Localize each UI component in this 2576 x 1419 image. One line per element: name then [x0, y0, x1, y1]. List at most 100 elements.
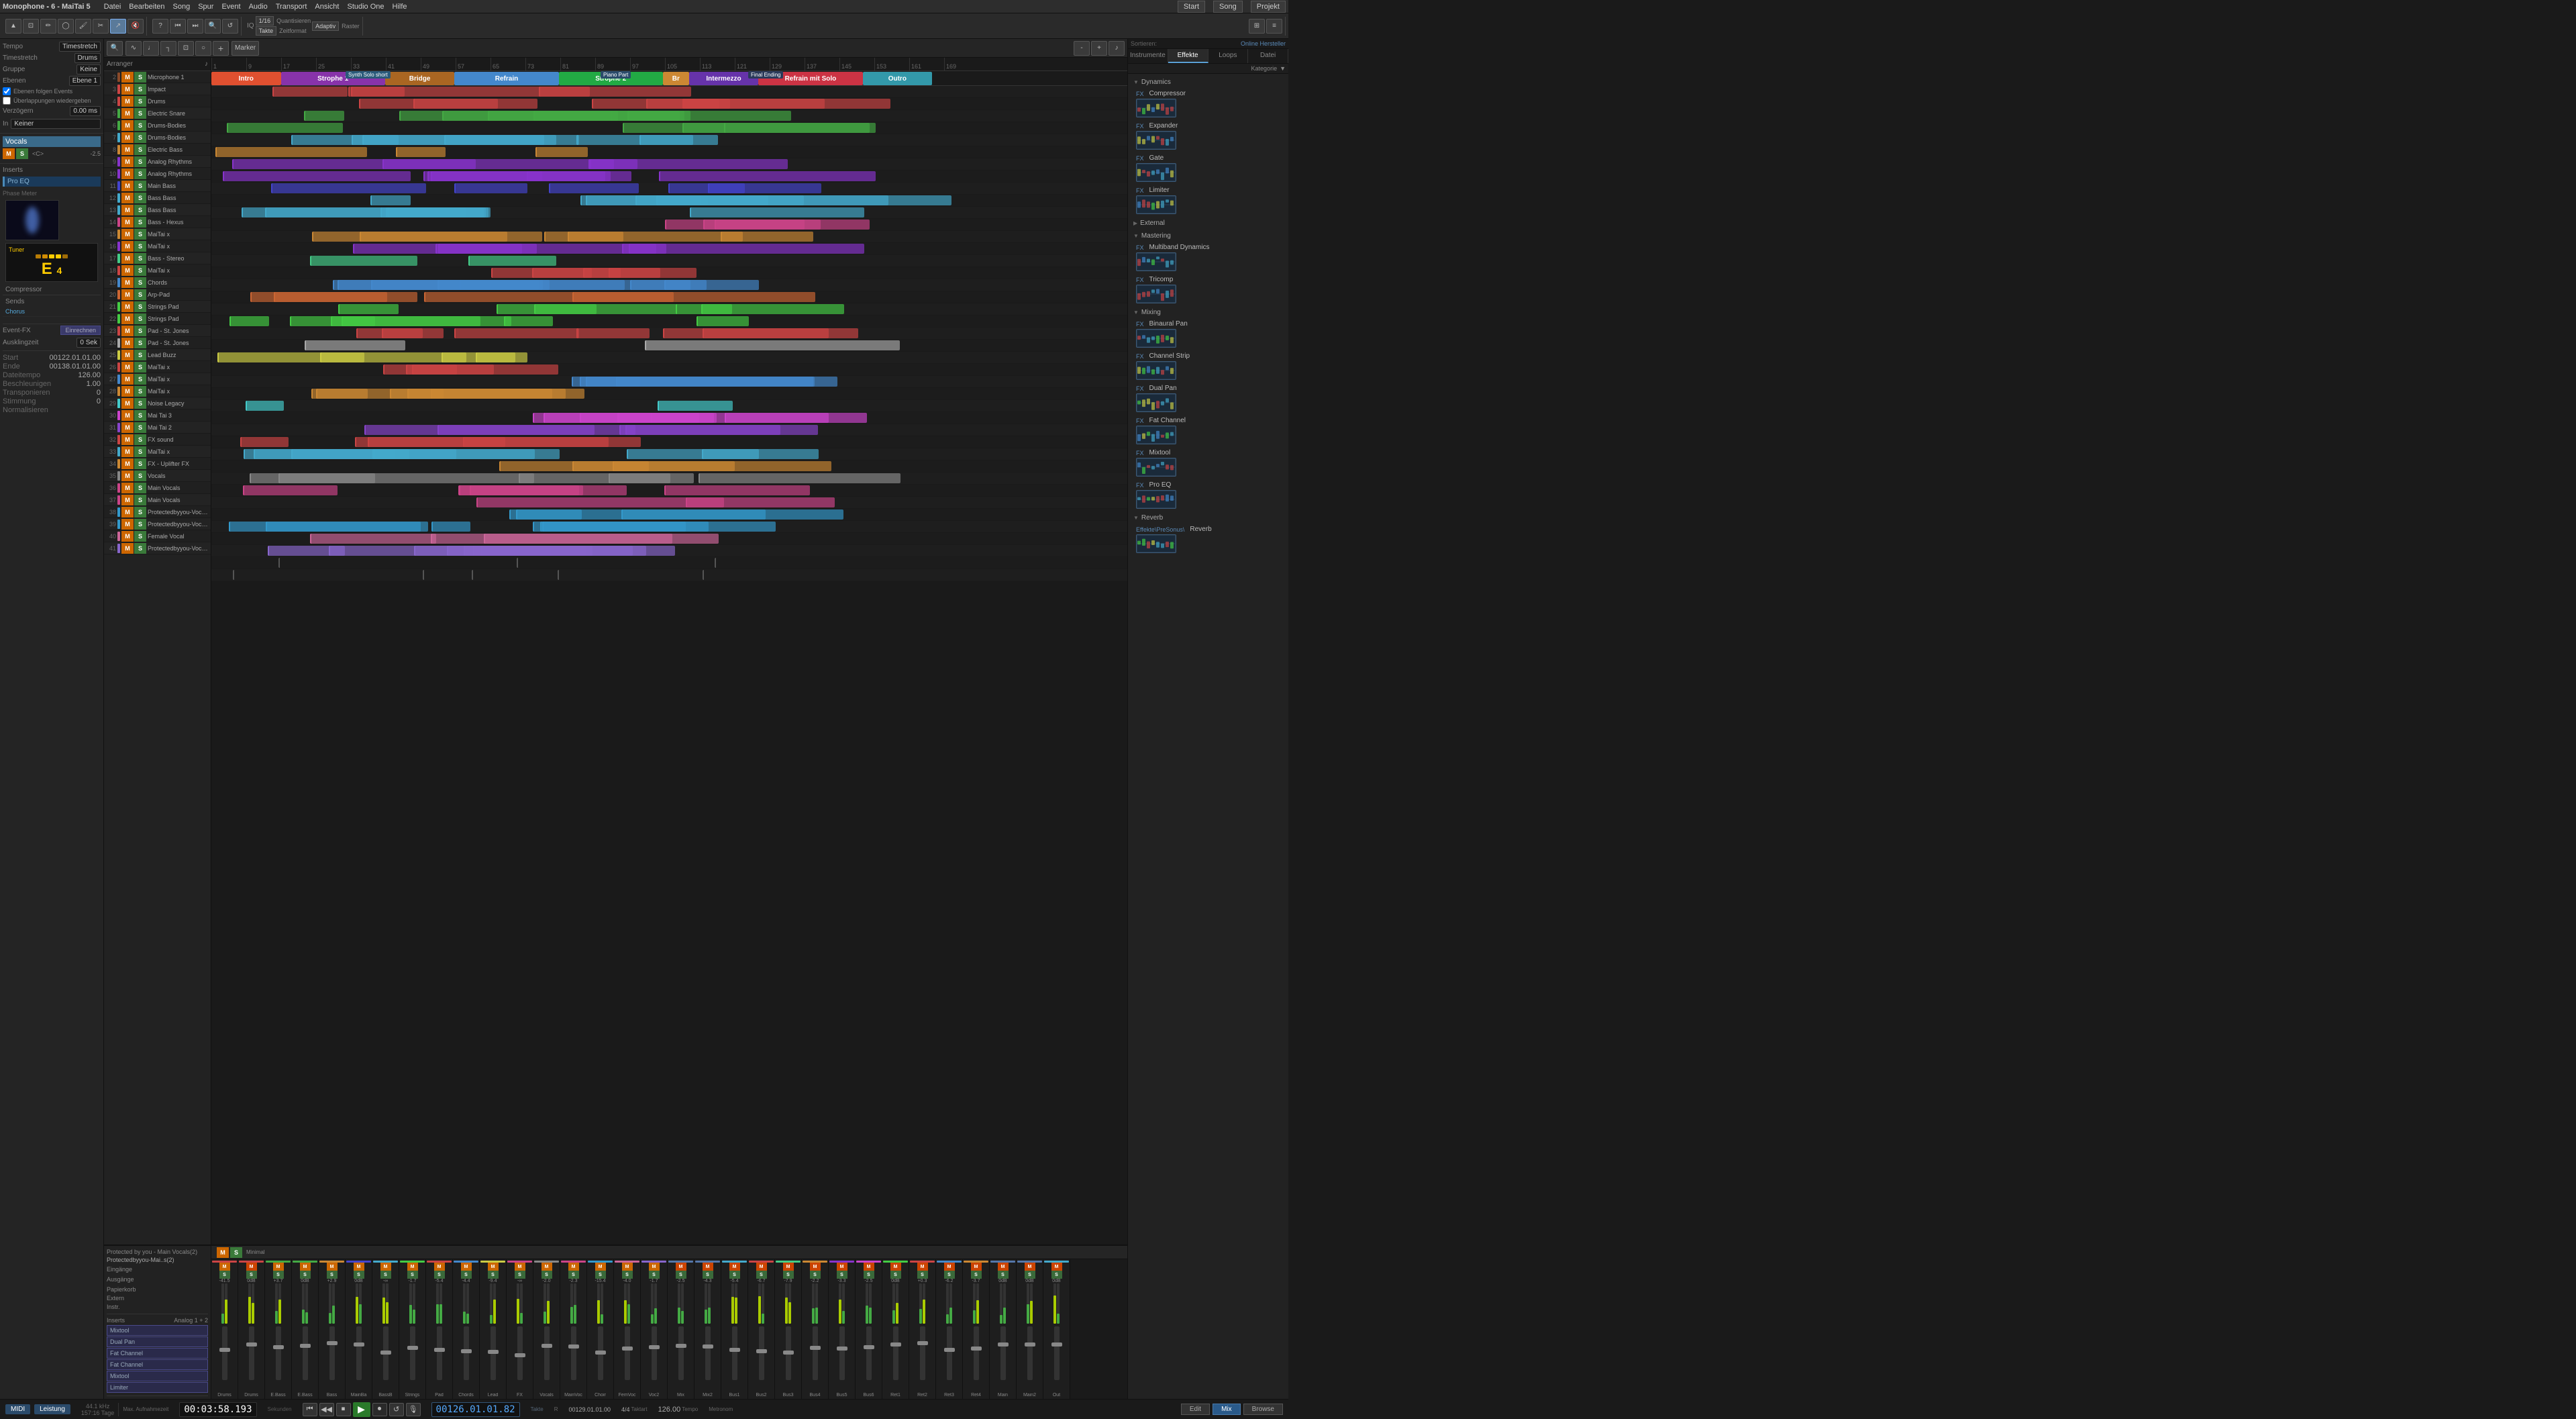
clip[interactable]	[454, 328, 578, 338]
clip[interactable]	[627, 449, 819, 459]
track-solo-btn[interactable]: S	[134, 446, 146, 457]
clip[interactable]	[454, 183, 527, 193]
zoom-btn[interactable]: 🔍	[205, 19, 221, 34]
channel-mute-btn[interactable]: M	[998, 1263, 1009, 1271]
clip[interactable]	[437, 280, 543, 290]
fader-thumb[interactable]	[756, 1349, 767, 1353]
section-refrain[interactable]: Refrain	[454, 72, 558, 85]
clip[interactable]	[699, 473, 900, 483]
fader-track[interactable]	[947, 1326, 952, 1380]
clip[interactable]	[396, 147, 446, 157]
menu-event[interactable]: Event	[221, 3, 240, 11]
channel-mute-btn[interactable]: M	[622, 1263, 633, 1271]
ebenen-value[interactable]: Ebene 1	[69, 76, 101, 86]
clip[interactable]	[481, 546, 633, 556]
track-solo-btn[interactable]: S	[134, 507, 146, 518]
clip[interactable]	[664, 280, 758, 290]
timestretch-value[interactable]: Drums	[74, 53, 101, 63]
fader-thumb[interactable]	[703, 1344, 713, 1349]
track-mute-btn[interactable]: M	[121, 144, 134, 155]
clip[interactable]	[697, 316, 749, 326]
menu-spur[interactable]: Spur	[198, 3, 213, 11]
play-btn[interactable]: ▶	[353, 1402, 370, 1417]
fader-thumb[interactable]	[729, 1348, 740, 1352]
track-mute-btn[interactable]: M	[121, 362, 134, 373]
track-solo-btn[interactable]: S	[134, 301, 146, 312]
track-mute-btn[interactable]: M	[121, 265, 134, 276]
fx-category-header[interactable]: ▼ Mastering	[1131, 230, 1286, 242]
track-mute-btn[interactable]: M	[121, 132, 134, 143]
mixer-main-mute[interactable]: M	[217, 1247, 229, 1258]
clip[interactable]	[645, 340, 900, 350]
track-solo-btn[interactable]: S	[134, 181, 146, 191]
channel-mute-btn[interactable]: M	[676, 1263, 686, 1271]
in-value[interactable]: Keiner	[11, 119, 101, 129]
fader-thumb[interactable]	[971, 1347, 982, 1351]
channel-mute-btn[interactable]: M	[783, 1263, 794, 1271]
channel-solo-btn[interactable]: S	[515, 1271, 525, 1279]
menu-studio-one[interactable]: Studio One	[347, 3, 384, 11]
clip[interactable]	[229, 316, 270, 326]
snap-btn[interactable]: ⏮	[170, 19, 186, 34]
track-mute-btn[interactable]: M	[121, 96, 134, 107]
tool-mute[interactable]: 🔇	[127, 19, 144, 34]
channel-solo-btn[interactable]: S	[1025, 1271, 1035, 1279]
track-row[interactable]: 33 M S MaiTai x	[104, 446, 211, 458]
rewind-btn[interactable]: ⏮	[303, 1403, 317, 1416]
fx-item-fat-channel[interactable]: FX Fat Channel	[1131, 415, 1286, 446]
track-mute-btn[interactable]: M	[121, 386, 134, 397]
mixtool-insert[interactable]: Mixtool	[107, 1325, 208, 1336]
track-mute-btn[interactable]: M	[121, 313, 134, 324]
track-solo-btn[interactable]: S	[134, 350, 146, 360]
tool-pencil[interactable]: ✏	[40, 19, 56, 34]
channel-mute-btn[interactable]: M	[434, 1263, 445, 1271]
clip[interactable]	[715, 558, 759, 568]
fader-track[interactable]	[1027, 1326, 1033, 1380]
track-solo-btn[interactable]: S	[134, 265, 146, 276]
track-row[interactable]: 21 M S Strings Pad	[104, 301, 211, 313]
track-mute-btn[interactable]: M	[121, 84, 134, 95]
section-outro[interactable]: Outro	[863, 72, 933, 85]
channel-mute-btn[interactable]: M	[917, 1263, 928, 1271]
track-mute-btn[interactable]: M	[121, 289, 134, 300]
fader-thumb[interactable]	[944, 1348, 955, 1352]
channel-solo-btn[interactable]: S	[300, 1271, 311, 1279]
channel-mute-btn[interactable]: M	[649, 1263, 660, 1271]
fader-track[interactable]	[517, 1326, 523, 1380]
menu-hilfe[interactable]: Hilfe	[393, 3, 407, 11]
clip[interactable]	[278, 558, 432, 568]
channel-solo-btn[interactable]: S	[783, 1271, 794, 1279]
arranger-music-icon[interactable]: ♪	[205, 60, 208, 68]
fader-thumb[interactable]	[649, 1345, 660, 1349]
edit-btn[interactable]: Edit	[1181, 1404, 1210, 1415]
audio-btn[interactable]: 🎙	[406, 1403, 421, 1416]
kategorie-label[interactable]: Kategorie	[1251, 65, 1278, 72]
fx-category-header[interactable]: ▼ Dynamics	[1131, 77, 1286, 88]
clip[interactable]	[356, 328, 444, 338]
clip[interactable]	[431, 389, 585, 399]
track-mute-btn[interactable]: M	[121, 326, 134, 336]
track-mute-btn[interactable]: M	[121, 168, 134, 179]
channel-mute-btn[interactable]: M	[703, 1263, 713, 1271]
fader-track[interactable]	[705, 1326, 711, 1380]
channel-solo-btn[interactable]: S	[542, 1271, 552, 1279]
pro-eq-insert[interactable]: Pro EQ	[3, 177, 101, 187]
track-solo-btn[interactable]: S	[134, 289, 146, 300]
channel-solo-btn[interactable]: S	[327, 1271, 338, 1279]
record-btn[interactable]: ⏺	[372, 1403, 387, 1416]
track-row[interactable]: 9 M S Analog Rhythms	[104, 156, 211, 168]
track-solo-btn[interactable]: S	[134, 374, 146, 385]
clip[interactable]	[646, 99, 719, 109]
track-mute-btn[interactable]: M	[121, 156, 134, 167]
channel-solo-btn[interactable]: S	[219, 1271, 230, 1279]
track-mute-btn[interactable]: M	[121, 483, 134, 493]
gruppe-value[interactable]: Keine	[76, 64, 101, 75]
tool-range[interactable]: ⊡	[23, 19, 39, 34]
channel-mute-btn[interactable]: M	[756, 1263, 767, 1271]
clip[interactable]	[370, 195, 411, 205]
clip[interactable]	[725, 413, 868, 423]
fader-track[interactable]	[1054, 1326, 1060, 1380]
menu-ansicht[interactable]: Ansicht	[315, 3, 339, 11]
channel-solo-btn[interactable]: S	[407, 1271, 418, 1279]
track-mute-btn[interactable]: M	[121, 205, 134, 215]
